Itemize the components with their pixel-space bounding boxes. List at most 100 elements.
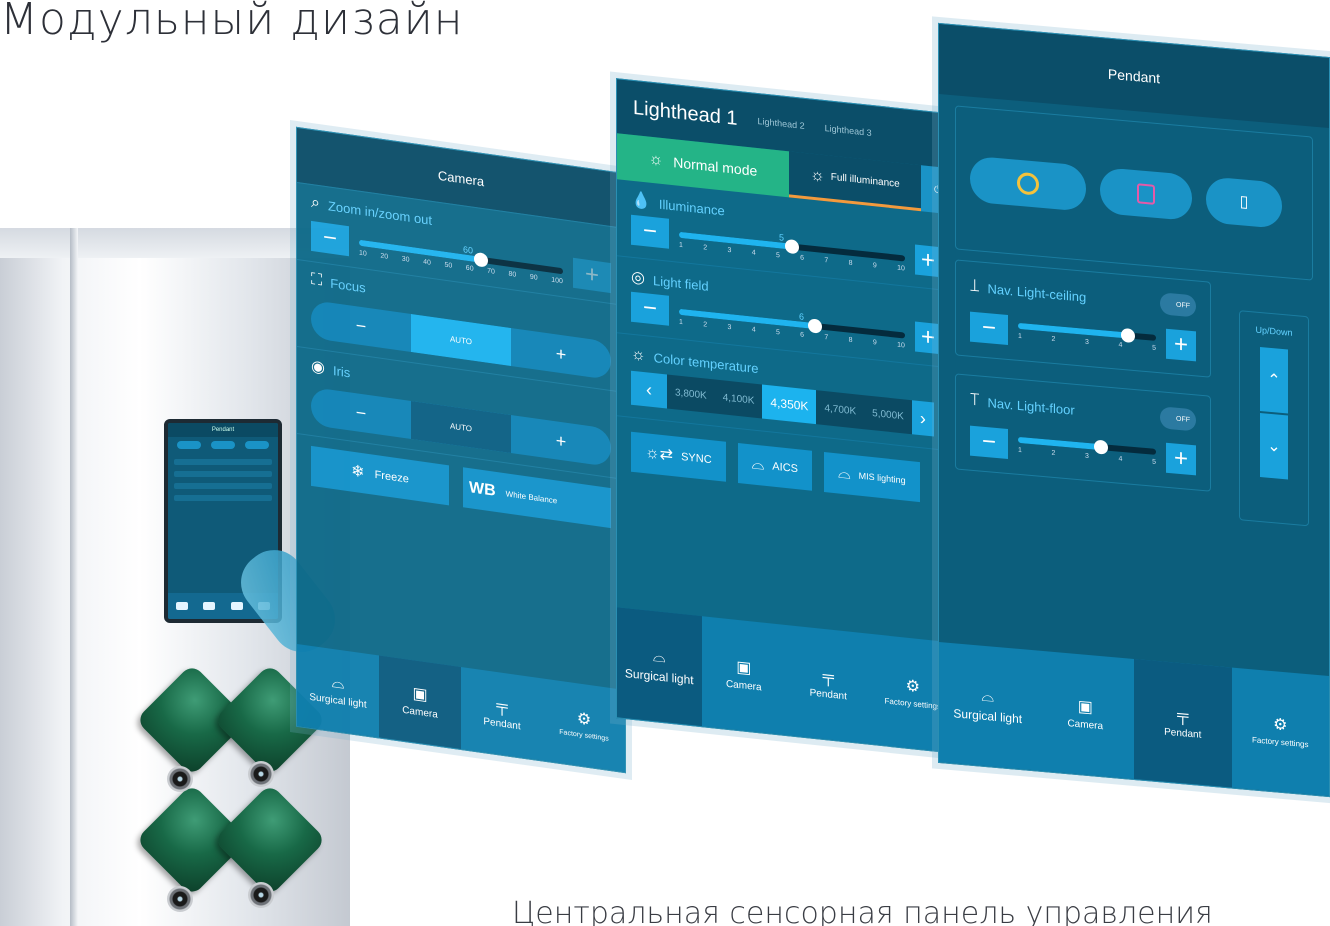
zoom-minus-button[interactable]: − [311, 220, 349, 257]
up-button[interactable]: ⌃ [1260, 347, 1288, 414]
tick-label: 2 [1051, 449, 1056, 457]
chevron-down-icon: ⌄ [1267, 437, 1281, 456]
nav-camera[interactable]: ▣ Camera [379, 655, 461, 749]
lamp-icon: ⌓ [837, 464, 851, 483]
tick-label: 50 [444, 261, 453, 270]
gear-icon: ⚙ [576, 709, 592, 729]
color-temp-option-selected[interactable]: 4,350K [762, 384, 817, 425]
search-icon: ⌕ [311, 193, 320, 213]
green-key-button[interactable] [213, 783, 327, 897]
sync-button[interactable]: ☼⇄ SYNC [631, 431, 726, 482]
page-caption: Центральная сенсорная панель управления [512, 896, 1213, 926]
square-icon [1137, 183, 1155, 205]
camera-icon: ▣ [1077, 697, 1093, 716]
iris-auto-button[interactable]: AUTO [411, 400, 511, 454]
pendant-icon: ╤ [822, 667, 834, 686]
light-field-minus-button[interactable]: − [631, 291, 669, 326]
tick-label: 4 [1118, 341, 1123, 349]
pendant-icon: ╤ [1177, 706, 1189, 725]
floor-light-label: ⟙ Nav. Light-floor [970, 391, 1075, 418]
nav-pendant[interactable]: ╤ Pendant [461, 667, 543, 761]
pendant-phone-button[interactable]: ▯ [1206, 176, 1282, 229]
mis-lighting-button[interactable]: ⌓ MIS lighting [823, 451, 920, 503]
nav-surgical-light[interactable]: ⌓ Surgical light [297, 644, 379, 738]
floor-plus-button[interactable]: + [1166, 442, 1196, 476]
tick-label: 3 [727, 323, 732, 331]
tick-label: 4 [751, 248, 756, 257]
tick-label: 4 [751, 325, 756, 334]
nav-camera[interactable]: ▣ Camera [702, 616, 787, 735]
nav-camera[interactable]: ▣ Camera [1037, 650, 1135, 779]
nav-pendant[interactable]: ╤ Pendant [786, 625, 871, 744]
tick-label: 8 [848, 336, 853, 344]
down-button[interactable]: ⌄ [1260, 413, 1288, 480]
focus-minus-button[interactable]: − [311, 300, 411, 352]
lighthead-bottom-nav: ⌓ Surgical light ▣ Camera ╤ Pendant ⚙ Factor… [617, 607, 955, 753]
iris-plus-button[interactable]: + [511, 415, 611, 467]
nav-surgical-light[interactable]: ⌓ Surgical light [939, 642, 1037, 771]
tab-lighthead-1[interactable]: Lighthead 1 [633, 96, 738, 130]
color-temp-prev-button[interactable]: ‹ [631, 370, 667, 409]
tick-label: 7 [824, 333, 829, 341]
pendant-square-button[interactable] [1100, 167, 1192, 222]
color-temp-option[interactable]: 4,100K [714, 379, 763, 419]
tick-label: 9 [872, 261, 877, 270]
ceiling-plus-button[interactable]: + [1166, 328, 1196, 362]
droplet-icon: 💧 [631, 191, 651, 211]
connector-jack [167, 886, 193, 912]
pendant-circle-button[interactable] [970, 155, 1086, 212]
ceiling-light-box: ⟘ Nav. Light-ceiling OFF − 1 2 3 4 5 + [955, 259, 1211, 378]
nav-pendant[interactable]: ╤ Pendant [1134, 659, 1232, 788]
aics-button[interactable]: ⌓ AICS [737, 442, 812, 491]
iris-minus-button[interactable]: − [311, 387, 411, 439]
color-temp-option[interactable]: 5,000K [864, 395, 912, 435]
floor-minus-button[interactable]: − [970, 425, 1008, 459]
tick-label: 1 [1018, 332, 1022, 340]
mini-row [174, 471, 272, 477]
zoom-plus-button[interactable]: + [573, 257, 611, 294]
mini-row [174, 483, 272, 489]
pendant-panel: Pendant ▯ ⟘ Nav. Light-ceiling OFF − 1 2 3 4… [938, 22, 1330, 798]
tick-label: 40 [423, 258, 431, 267]
tick-label: 3 [1085, 338, 1089, 346]
illuminance-minus-button[interactable]: − [631, 214, 669, 249]
surgical-lamp-icon: ⌓ [331, 673, 345, 693]
tick-label: 2 [703, 320, 708, 329]
focus-plus-button[interactable]: + [511, 328, 611, 380]
device-icon: ▯ [1239, 193, 1249, 212]
ceiling-light-toggle[interactable]: OFF [1160, 292, 1196, 318]
tick-label: 10 [897, 341, 905, 349]
nav-factory-settings[interactable]: ⚙ Factory settings [543, 679, 625, 773]
surgical-lamp-icon: ⌓ [652, 648, 666, 667]
camera-panel: Camera ⌕ Zoom in/zoom out − 60 10 20 30 40 50… [296, 126, 626, 774]
focus-auto-button[interactable]: AUTO [411, 313, 511, 367]
surgical-lamp-icon: ⌓ [981, 687, 995, 706]
floor-light-toggle[interactable]: OFF [1160, 406, 1196, 432]
tick-label: 7 [824, 256, 829, 264]
up-down-control: Up/Down ⌃ ⌄ [1239, 310, 1309, 527]
floor-light-icon: ⟙ [970, 391, 980, 410]
up-down-label: Up/Down [1255, 324, 1293, 338]
color-temp-next-button[interactable]: › [911, 400, 934, 437]
camera-icon: ▣ [736, 658, 752, 677]
tick-label: 6 [800, 253, 805, 262]
sun-icon: ☼ [648, 150, 664, 170]
chevron-up-icon: ⌃ [1267, 371, 1281, 390]
tab-lighthead-3[interactable]: Lighthead 3 [825, 123, 872, 138]
color-temp-option[interactable]: 4,700K [816, 390, 865, 430]
tick-label: 100 [551, 276, 563, 285]
camera-icon: ▣ [412, 684, 428, 704]
nav-factory-settings[interactable]: ⚙ Factory settings [1232, 668, 1330, 797]
nav-surgical-light[interactable]: ⌓ Surgical light [617, 607, 702, 727]
gear-icon: ⚙ [1273, 715, 1288, 734]
ceiling-minus-button[interactable]: − [970, 311, 1008, 345]
gear-icon: ⚙ [905, 677, 920, 696]
white-balance-button[interactable]: WB White Balance [463, 467, 611, 529]
mini-row [174, 495, 272, 501]
tick-label: 1 [679, 241, 683, 249]
color-temp-option[interactable]: 3,800K [667, 374, 715, 414]
freeze-button[interactable]: ❄ Freeze [311, 445, 449, 506]
tab-lighthead-2[interactable]: Lighthead 2 [758, 116, 805, 131]
connector-jack [248, 761, 274, 787]
page-headline: Модульный дизайн [0, 0, 464, 45]
